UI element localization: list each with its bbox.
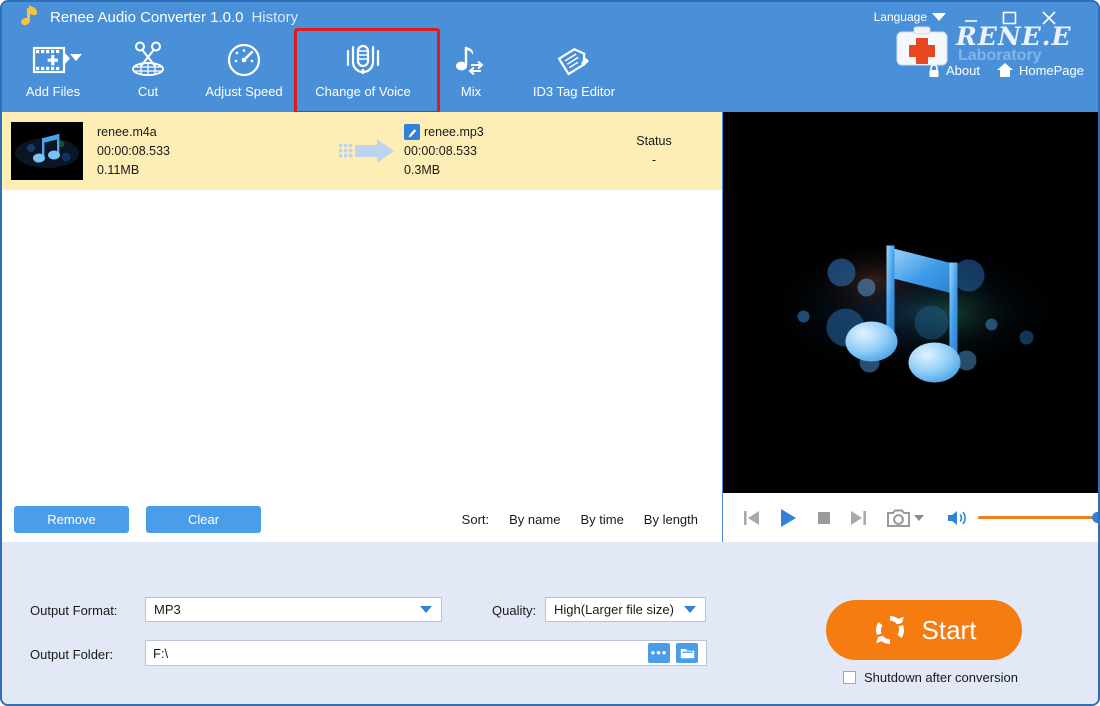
shutdown-checkbox[interactable] [843, 671, 856, 684]
output-format-select[interactable]: MP3 [145, 597, 442, 622]
toolbar-adjust-speed[interactable]: Adjust Speed [192, 30, 296, 110]
source-duration: 00:00:08.533 [97, 142, 332, 161]
music-note-art-icon [723, 112, 1100, 493]
file-list[interactable]: renee.m4a 00:00:08.533 0.11MB [2, 112, 722, 497]
speedometer-icon [225, 38, 263, 82]
about-link[interactable]: About [927, 63, 980, 78]
history-link[interactable]: History [251, 9, 298, 26]
status-header: Status [594, 132, 714, 151]
language-selector[interactable]: Language [874, 10, 946, 24]
source-file-info: renee.m4a 00:00:08.533 0.11MB [97, 123, 332, 180]
start-button[interactable]: Start [826, 600, 1022, 660]
language-label: Language [874, 10, 927, 24]
sort-by-length[interactable]: By length [644, 512, 698, 527]
shutdown-after-conversion-row[interactable]: Shutdown after conversion [843, 670, 1018, 685]
home-icon [996, 62, 1014, 78]
app-window: Renee Audio Converter 1.0.0 History Lang… [0, 0, 1100, 706]
minimize-button[interactable] [960, 8, 982, 28]
status-badge: - [594, 151, 714, 170]
toolbar-mix[interactable]: Mix [430, 30, 512, 110]
microphone-icon [340, 38, 386, 82]
shutdown-label: Shutdown after conversion [864, 670, 1018, 685]
sort-controls: Sort: By name By time By length [462, 512, 698, 527]
folder-icon [680, 647, 695, 660]
chevron-down-icon [684, 606, 696, 613]
homepage-label: HomePage [1019, 63, 1084, 78]
toolbar-label: Add Files [26, 84, 80, 99]
browse-folder-button[interactable]: ••• [648, 643, 670, 663]
chevron-down-icon [914, 515, 924, 521]
toolbar-label: Cut [138, 84, 158, 99]
volume-slider-handle[interactable] [1092, 512, 1100, 523]
clear-button[interactable]: Clear [146, 506, 261, 533]
toolbar-add-files[interactable]: Add Files [2, 30, 104, 110]
target-file-info: renee.mp3 00:00:08.533 0.3MB [404, 123, 594, 180]
output-folder-input[interactable] [145, 640, 707, 666]
speaker-volume-icon[interactable] [946, 509, 968, 527]
sort-label: Sort: [462, 512, 489, 527]
output-folder-label: Output Folder: [30, 647, 113, 662]
chevron-down-icon [932, 13, 946, 21]
target-file-name: renee.mp3 [424, 123, 484, 142]
skip-previous-icon[interactable] [741, 508, 761, 528]
chevron-down-icon [420, 606, 432, 613]
status-column: Status - [594, 132, 714, 170]
file-thumbnail [11, 122, 83, 180]
ellipsis-icon: ••• [651, 649, 668, 657]
player-controls [723, 493, 1100, 542]
target-size: 0.3MB [404, 161, 594, 180]
toolbar-label: Change of Voice [315, 84, 410, 99]
sort-by-time[interactable]: By time [580, 512, 623, 527]
toolbar-cut[interactable]: Cut [104, 30, 192, 110]
source-size: 0.11MB [97, 161, 332, 180]
refresh-circular-icon [872, 612, 908, 648]
homepage-link[interactable]: HomePage [996, 62, 1084, 78]
music-mix-icon [452, 38, 490, 82]
toolbar-label: ID3 Tag Editor [533, 84, 615, 99]
pencil-edit-icon[interactable] [404, 124, 420, 140]
start-button-label: Start [922, 615, 977, 646]
quality-value: High(Larger file size) [554, 602, 674, 617]
list-actions-bar: Remove Clear Sort: By name By time By le… [2, 497, 722, 542]
open-folder-button[interactable] [676, 643, 698, 663]
close-button[interactable] [1038, 8, 1060, 28]
toolbar-id3-tag-editor[interactable]: ID3 Tag Editor [512, 30, 636, 110]
main-toolbar: Add Files Cut [2, 30, 722, 112]
toolbar-label: Adjust Speed [205, 84, 282, 99]
tag-pencil-icon [555, 38, 593, 82]
about-label: About [946, 63, 980, 78]
scissors-icon [128, 38, 168, 82]
sort-by-name[interactable]: By name [509, 512, 560, 527]
lock-icon [927, 63, 941, 78]
music-note-icon [18, 6, 38, 28]
maximize-button[interactable] [998, 8, 1020, 28]
stop-icon[interactable] [817, 511, 831, 525]
chevron-down-icon [70, 54, 82, 61]
quality-select[interactable]: High(Larger file size) [545, 597, 706, 622]
target-duration: 00:00:08.533 [404, 142, 594, 161]
volume-slider[interactable] [978, 516, 1098, 519]
skip-next-icon[interactable] [849, 508, 869, 528]
preview-panel[interactable] [723, 112, 1100, 493]
toolbar-label: Mix [461, 84, 481, 99]
camera-icon[interactable] [887, 508, 924, 528]
source-file-name: renee.m4a [97, 123, 332, 142]
play-icon[interactable] [777, 507, 799, 529]
quality-label: Quality: [492, 603, 536, 618]
remove-button[interactable]: Remove [14, 506, 129, 533]
table-row[interactable]: renee.m4a 00:00:08.533 0.11MB [2, 112, 722, 190]
add-files-icon [31, 38, 75, 82]
convert-arrow-icon [332, 137, 404, 165]
output-format-label: Output Format: [30, 603, 117, 618]
top-links: About HomePage [927, 62, 1084, 78]
output-format-value: MP3 [154, 602, 181, 617]
toolbar-change-of-voice[interactable]: Change of Voice [296, 30, 430, 110]
page-title: Renee Audio Converter 1.0.0 [50, 9, 243, 26]
